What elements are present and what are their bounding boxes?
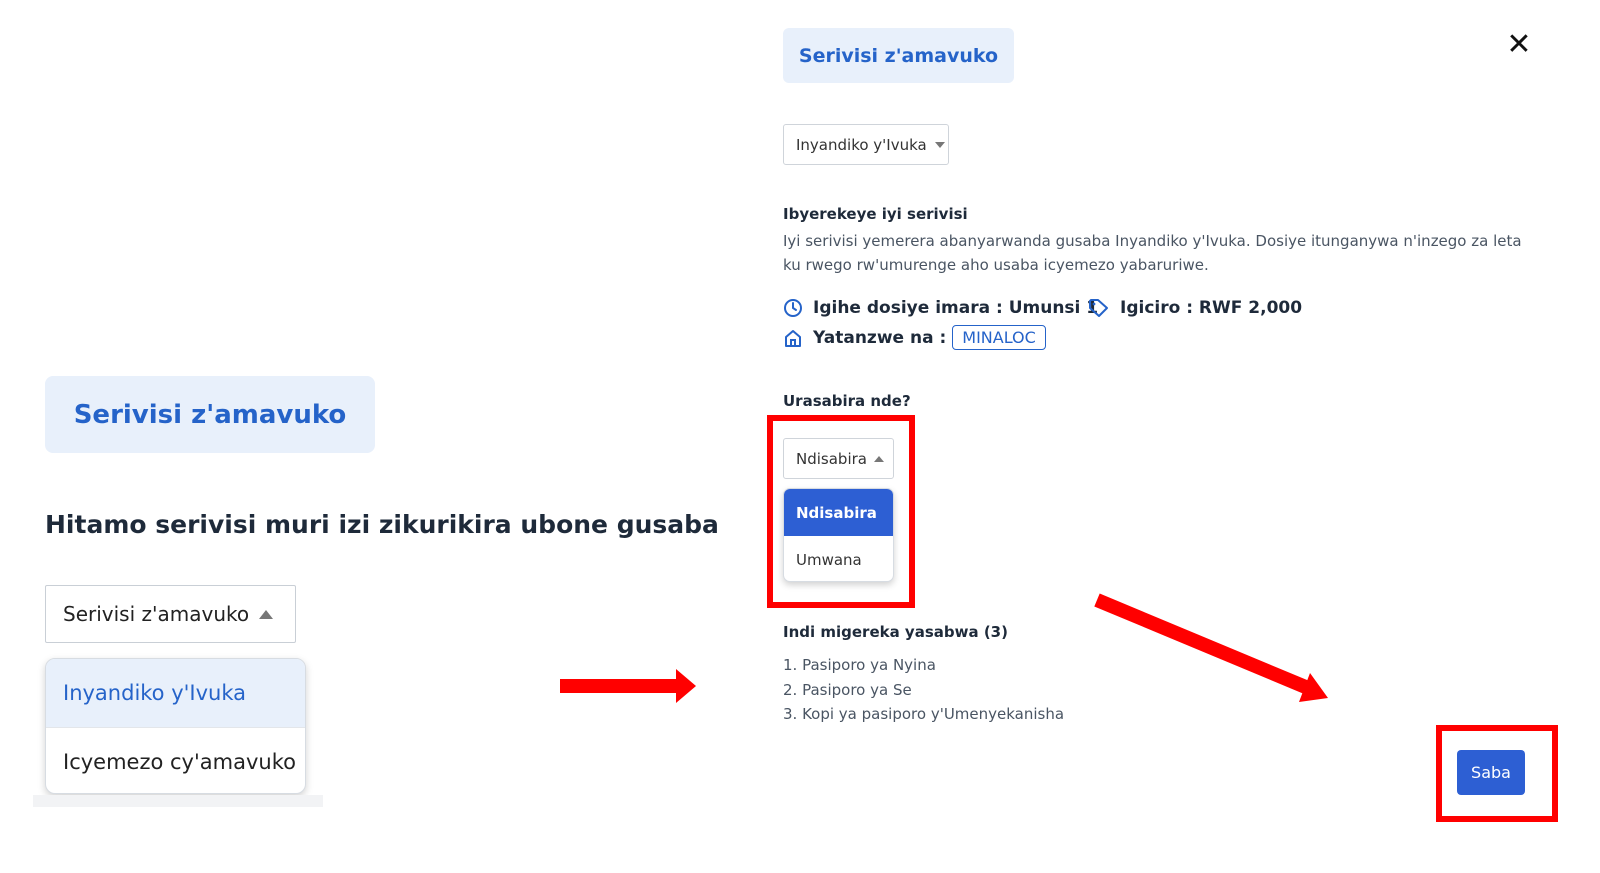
provider-label: Yatanzwe na :: [813, 327, 947, 348]
caret-down-icon: [934, 141, 945, 148]
left-heading: Hitamo serivisi muri izi zikurikira ubon…: [45, 510, 719, 539]
list-item: 3. Kopi ya pasiporo y'Umenyekanisha: [783, 705, 1065, 723]
highlight-box-submit: [1436, 725, 1558, 822]
duration-row: Igihe dosiye imara : Umunsi 1: [783, 298, 1098, 318]
requirements-title: Indi migereka yasabwa (3): [783, 623, 1008, 641]
right-service-badge: Serivisi z'amavuko: [783, 28, 1014, 83]
close-icon[interactable]: ✕: [1503, 27, 1535, 62]
panel-shadow: [33, 795, 323, 807]
arrow-diagonal-icon: [1094, 593, 1328, 702]
service-category-select[interactable]: Serivisi z'amavuko: [45, 585, 296, 643]
requirements-list: 1. Pasiporo ya Nyina 2. Pasiporo ya Se 3…: [783, 653, 1064, 727]
home-icon: [785, 329, 801, 347]
provider-row: Yatanzwe na : MINALOC: [783, 325, 1046, 350]
price-row: Igiciro : RWF 2,000: [1088, 298, 1302, 318]
highlight-box-applicant: [767, 415, 915, 608]
tag-icon: [1089, 299, 1108, 317]
service-category-menu: Inyandiko y'Ivuka Icyemezo cy'amavuko: [45, 658, 306, 794]
service-category-select-value: Serivisi z'amavuko: [63, 602, 250, 626]
description-title: Ibyerekeye iyi serivisi: [783, 205, 968, 223]
applicant-question: Urasabira nde?: [783, 392, 911, 410]
description-text: Iyi serivisi yemerera abanyarwanda gusab…: [783, 232, 1522, 274]
service-select[interactable]: Inyandiko y'Ivuka: [783, 124, 949, 165]
service-select-value: Inyandiko y'Ivuka: [796, 135, 927, 154]
clock-icon: [784, 299, 802, 317]
menu-option-birth-certificate[interactable]: Icyemezo cy'amavuko: [46, 727, 305, 793]
caret-up-icon: [259, 609, 274, 619]
arrow-right-icon: [560, 669, 696, 703]
list-item: 1. Pasiporo ya Nyina: [783, 656, 936, 674]
menu-option-birth-record[interactable]: Inyandiko y'Ivuka: [46, 659, 305, 727]
provider-badge: MINALOC: [952, 325, 1046, 350]
list-item: 2. Pasiporo ya Se: [783, 680, 912, 699]
duration-text: Igihe dosiye imara : Umunsi 1: [813, 298, 1099, 318]
left-service-badge: Serivisi z'amavuko: [45, 376, 375, 453]
price-text: Igiciro : RWF 2,000: [1120, 298, 1303, 318]
